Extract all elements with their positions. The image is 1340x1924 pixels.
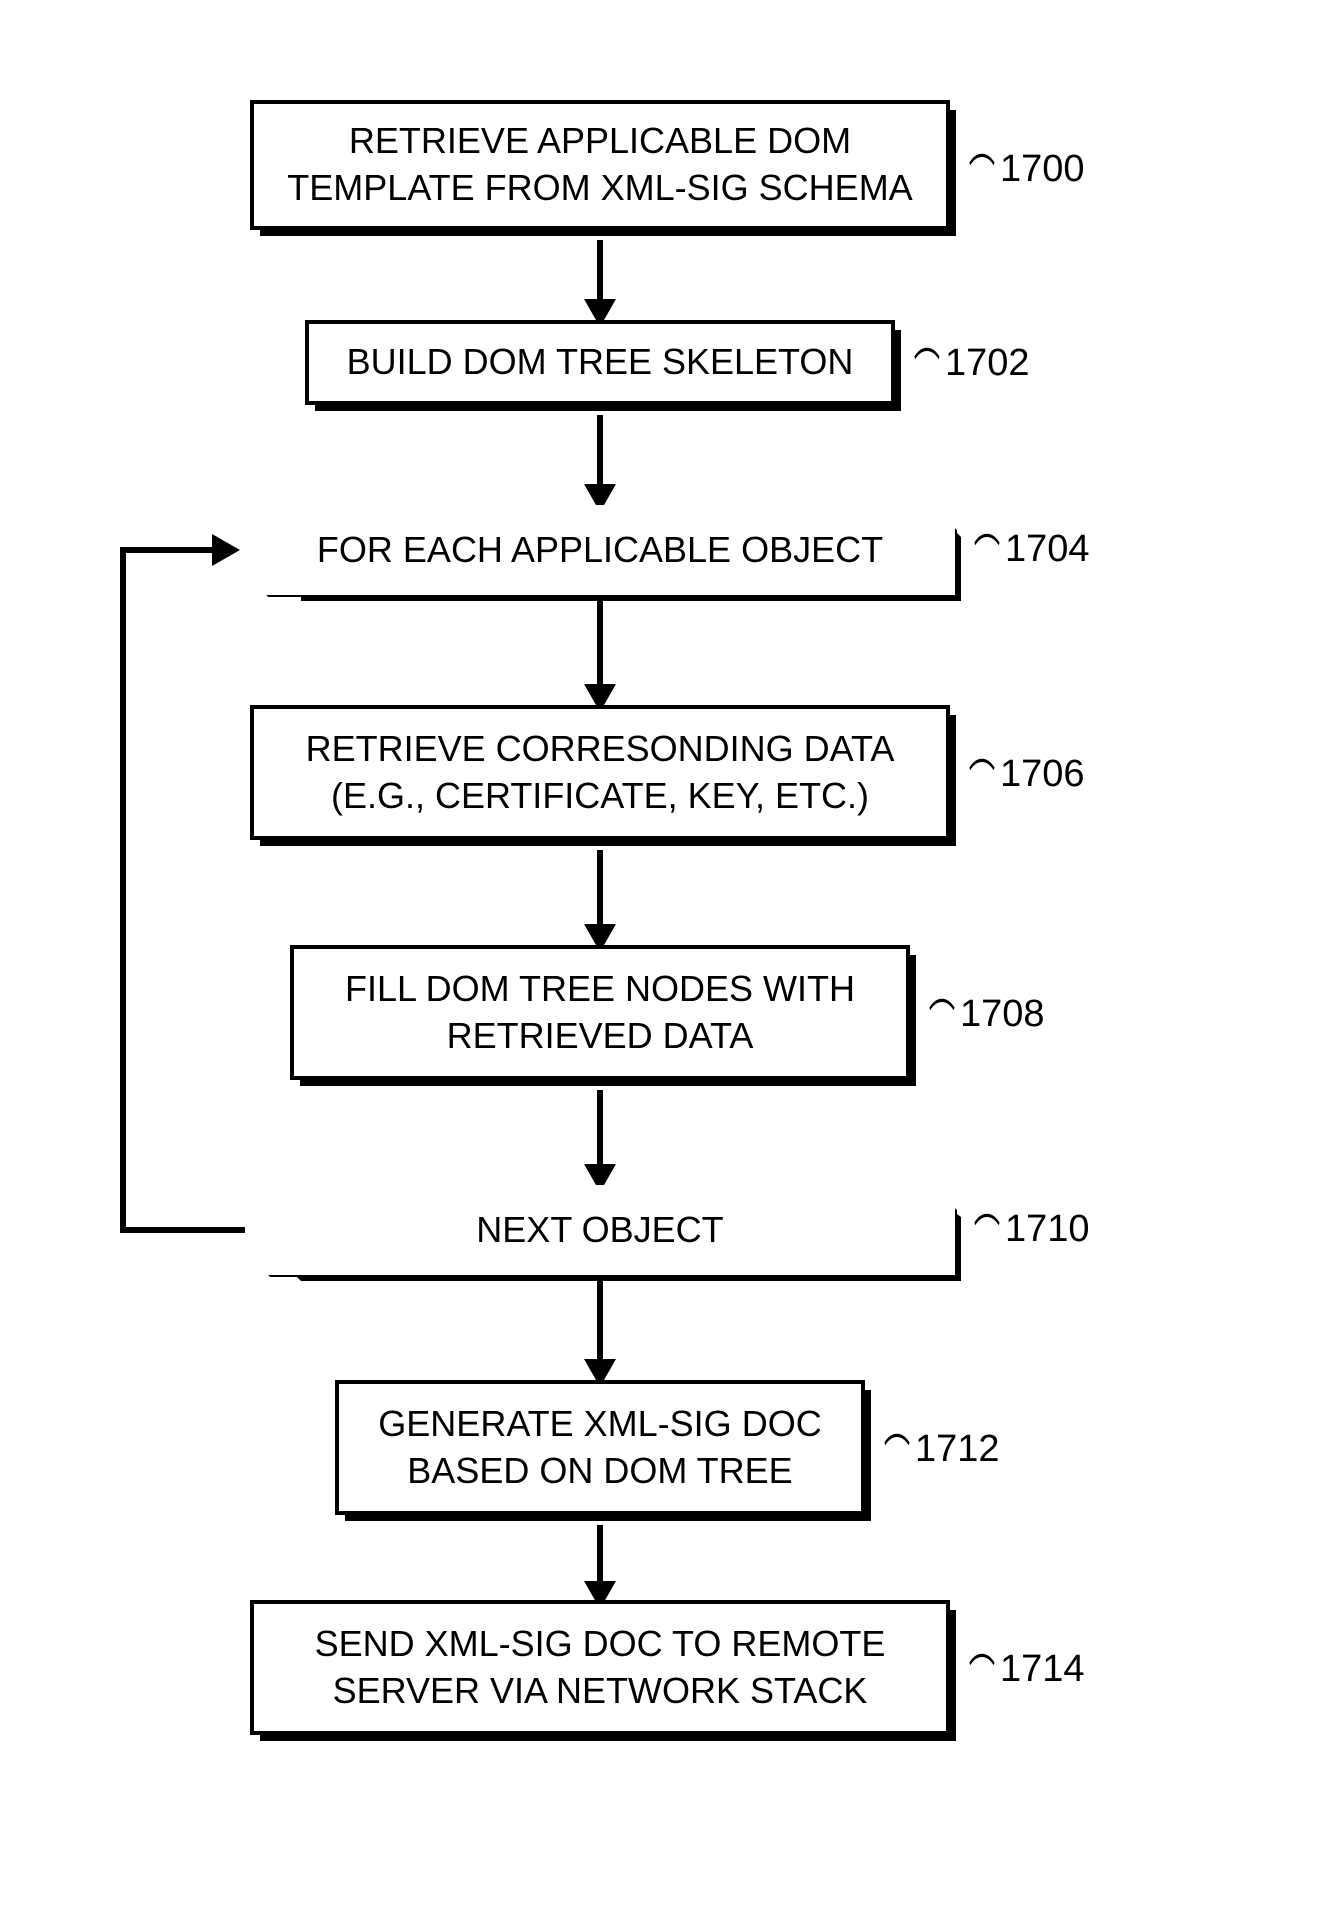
node-1710-text: NEXT OBJECT [476, 1207, 723, 1254]
label-curve: ⌒ [974, 520, 1000, 584]
arrow [597, 1525, 603, 1582]
arrow [597, 1090, 603, 1165]
node-1708-label: 1708 [960, 993, 1045, 1036]
node-1706-text: RETRIEVE CORRESONDING DATA (E.G., CERTIF… [278, 726, 922, 820]
loopback-line-v [120, 547, 126, 1233]
node-1704-label: 1704 [1005, 528, 1090, 571]
node-1712: GENERATE XML-SIG DOC BASED ON DOM TREE [335, 1380, 865, 1515]
label-curve: ⌒ [969, 1640, 995, 1704]
node-1702: BUILD DOM TREE SKELETON [305, 320, 895, 405]
arrow [597, 600, 603, 685]
label-curve: ⌒ [914, 334, 940, 398]
arrow [597, 850, 603, 925]
arrow [597, 1280, 603, 1360]
node-1704-text: FOR EACH APPLICABLE OBJECT [317, 527, 883, 574]
node-1714-text: SEND XML-SIG DOC TO REMOTE SERVER VIA NE… [278, 1621, 922, 1715]
node-1702-text: BUILD DOM TREE SKELETON [347, 339, 854, 386]
node-1714-label: 1714 [1000, 1648, 1085, 1691]
node-1714: SEND XML-SIG DOC TO REMOTE SERVER VIA NE… [250, 1600, 950, 1735]
node-1700-label: 1700 [1000, 148, 1085, 191]
label-curve: ⌒ [884, 1420, 910, 1484]
node-1708-text: FILL DOM TREE NODES WITH RETRIEVED DATA [318, 966, 882, 1060]
node-1710: NEXT OBJECT [245, 1185, 955, 1275]
node-1700: RETRIEVE APPLICABLE DOM TEMPLATE FROM XM… [250, 100, 950, 230]
node-1706: RETRIEVE CORRESONDING DATA (E.G., CERTIF… [250, 705, 950, 840]
label-curve: ⌒ [969, 745, 995, 809]
node-1700-text: RETRIEVE APPLICABLE DOM TEMPLATE FROM XM… [278, 118, 922, 212]
node-1710-label: 1710 [1005, 1208, 1090, 1251]
node-1704: FOR EACH APPLICABLE OBJECT [245, 505, 955, 595]
node-1702-label: 1702 [945, 342, 1030, 385]
node-1708: FILL DOM TREE NODES WITH RETRIEVED DATA [290, 945, 910, 1080]
loopback-arrow-head [218, 538, 240, 562]
label-curve: ⌒ [969, 140, 995, 204]
flowchart: RETRIEVE APPLICABLE DOM TEMPLATE FROM XM… [0, 0, 1340, 1924]
loopback-line-h1 [120, 1227, 245, 1233]
node-1712-text: GENERATE XML-SIG DOC BASED ON DOM TREE [363, 1401, 837, 1495]
label-curve: ⌒ [929, 985, 955, 1049]
node-1712-label: 1712 [915, 1428, 1000, 1471]
arrow [597, 415, 603, 485]
arrow [597, 240, 603, 300]
loopback-line-h2 [120, 547, 215, 553]
label-curve: ⌒ [974, 1200, 1000, 1264]
node-1706-label: 1706 [1000, 753, 1085, 796]
